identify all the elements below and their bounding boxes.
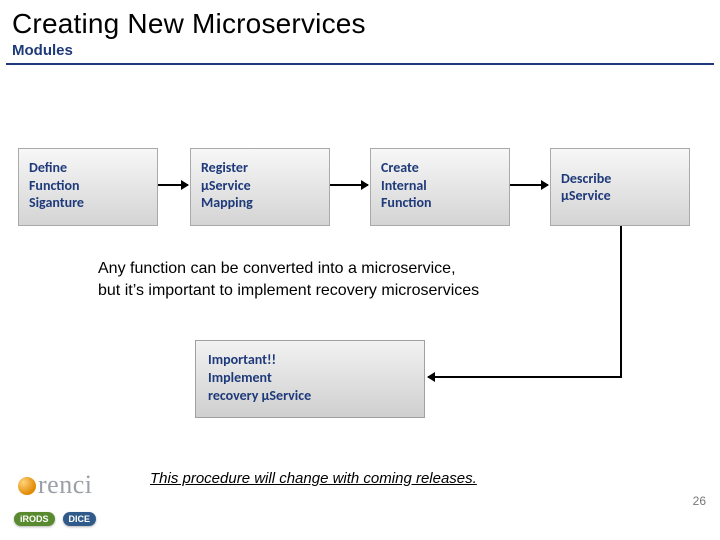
renci-logo: renci (18, 470, 92, 500)
step-define-function-signature: Define Function Siganture (18, 148, 158, 226)
note-line: Any function can be converted into a mic… (98, 260, 456, 277)
connector-arrow-icon (428, 376, 622, 378)
important-callout: Important!! Implement recovery μService (195, 340, 425, 418)
important-line: Important!! (208, 351, 412, 369)
step-line: Internal (381, 177, 499, 195)
step-line: Describe (561, 170, 611, 188)
badge-row: iRODS DICE (14, 512, 96, 526)
step-line: μService (201, 177, 319, 195)
important-line: Implement (208, 369, 412, 387)
irods-badge: iRODS (14, 512, 55, 526)
renci-logo-text: renci (38, 470, 92, 499)
steps-row: Define Function Siganture Register μServ… (0, 148, 720, 238)
step-line: Create (381, 159, 499, 177)
step-line: Siganture (29, 194, 147, 212)
step-line: μService (561, 187, 611, 205)
dice-badge: DICE (63, 512, 97, 526)
arrow-icon (510, 184, 548, 186)
step-line: Function (381, 194, 499, 212)
step-create-internal-function: Create Internal Function (370, 148, 510, 226)
slide-title: Creating New Microservices (0, 0, 720, 42)
slide-subtitle: Modules (0, 42, 720, 61)
step-line: Register (201, 159, 319, 177)
arrow-icon (330, 184, 368, 186)
step-line: Mapping (201, 194, 319, 212)
note-line: but it’s important to implement recovery… (98, 282, 479, 299)
step-register-service-mapping: Register μService Mapping (190, 148, 330, 226)
body-note: Any function can be converted into a mic… (98, 258, 618, 301)
connector-line (620, 226, 622, 378)
arrow-icon (158, 184, 188, 186)
important-line: recovery μService (208, 387, 412, 405)
step-line: Function (29, 177, 147, 195)
logo-dot-icon (18, 477, 36, 495)
title-divider (6, 63, 714, 65)
slide: Creating New Microservices Modules Defin… (0, 0, 720, 540)
page-number: 26 (693, 494, 706, 508)
footer-note: This procedure will change with coming r… (150, 470, 590, 487)
step-line: Define (29, 159, 147, 177)
step-describe-service: Describe μService (550, 148, 690, 226)
